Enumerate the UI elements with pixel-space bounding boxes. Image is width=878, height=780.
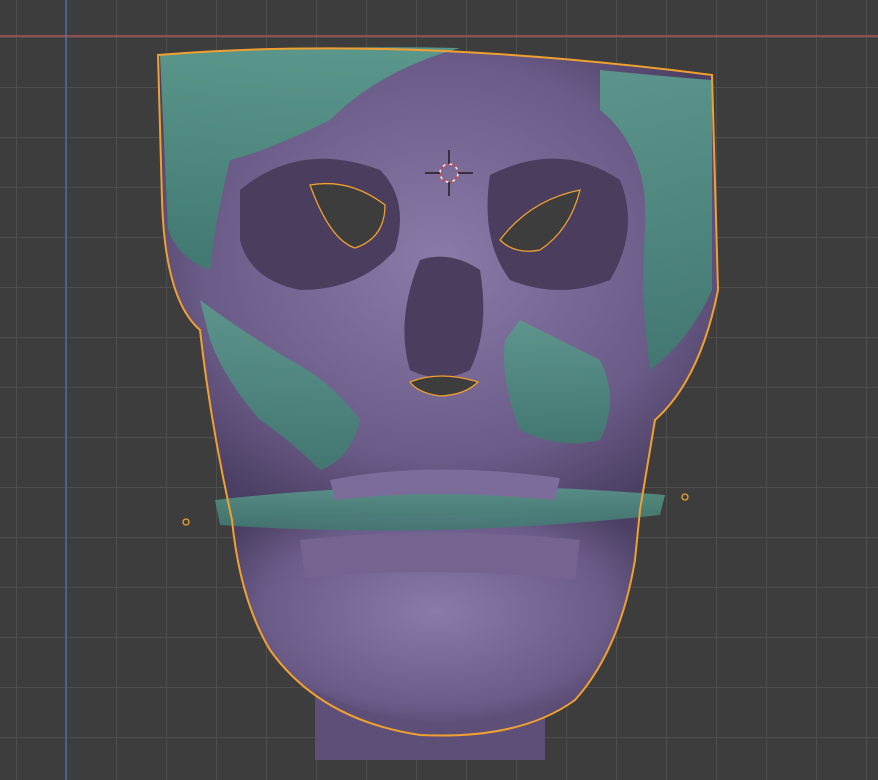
nasal-cavity [404,256,484,378]
selection-speck-right [681,493,689,501]
viewport-scene[interactable] [0,0,878,780]
skull-model[interactable] [156,47,720,760]
3d-viewport[interactable] [0,0,878,780]
selection-speck-left [182,518,190,526]
